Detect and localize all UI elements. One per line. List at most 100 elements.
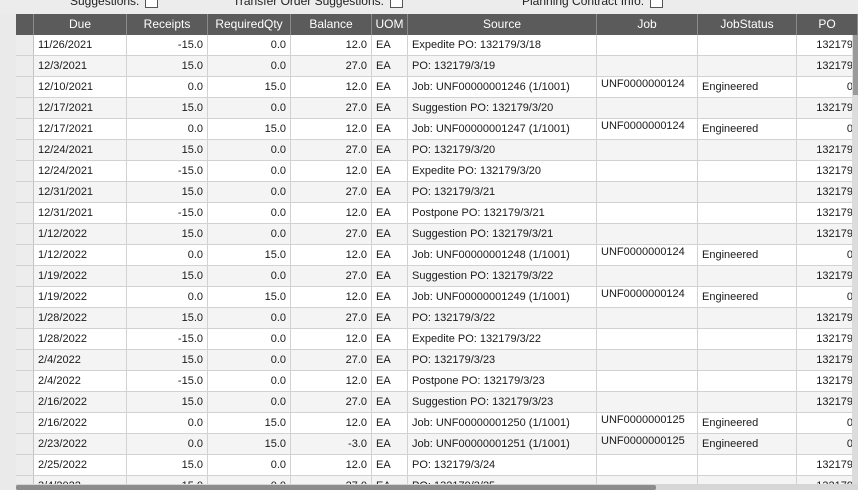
table-row[interactable]: 1/19/2022 15.0 0.0 27.0 EA Suggestion PO: 132… [16, 266, 858, 287]
cell-balance[interactable]: 12.0 [291, 245, 372, 266]
transfer-order-suggestions-option[interactable]: Transfer Order Suggestions: [233, 0, 403, 9]
cell-receipts[interactable]: 0.0 [127, 77, 208, 98]
cell-source[interactable]: PO: 132179/3/21 [408, 182, 597, 203]
cell-status[interactable] [698, 98, 797, 119]
table-row[interactable]: 2/25/2022 15.0 0.0 12.0 EA PO: 132179/3/24 132… [16, 455, 858, 476]
row-selector[interactable] [16, 350, 34, 371]
cell-source[interactable]: Postpone PO: 132179/3/23 [408, 371, 597, 392]
row-selector[interactable] [16, 413, 34, 434]
cell-balance[interactable]: 27.0 [291, 350, 372, 371]
cell-po[interactable]: 132179 [797, 266, 858, 287]
cell-required[interactable]: 15.0 [208, 287, 291, 308]
cell-status[interactable]: Engineered [698, 77, 797, 98]
column-header-receipts[interactable]: Receipts [127, 14, 208, 35]
table-row[interactable]: 12/17/2021 15.0 0.0 27.0 EA Suggestion PO: 13… [16, 98, 858, 119]
cell-po[interactable]: 132179 [797, 392, 858, 413]
cell-status[interactable] [698, 182, 797, 203]
cell-uom[interactable]: EA [372, 161, 408, 182]
horizontal-scroll-thumb[interactable] [16, 485, 656, 490]
cell-receipts[interactable]: 15.0 [127, 455, 208, 476]
cell-receipts[interactable]: 15.0 [127, 392, 208, 413]
cell-uom[interactable]: EA [372, 392, 408, 413]
cell-job[interactable]: UNF0000000124 [597, 77, 698, 98]
cell-job[interactable] [597, 203, 698, 224]
cell-status[interactable]: Engineered [698, 245, 797, 266]
cell-due[interactable]: 12/24/2021 [34, 161, 127, 182]
cell-balance[interactable]: 27.0 [291, 308, 372, 329]
cell-due[interactable]: 1/19/2022 [34, 266, 127, 287]
cell-job[interactable] [597, 161, 698, 182]
column-header-due[interactable]: Due [34, 14, 127, 35]
table-row[interactable]: 1/12/2022 15.0 0.0 27.0 EA Suggestion PO: 132… [16, 224, 858, 245]
cell-due[interactable]: 2/16/2022 [34, 413, 127, 434]
cell-required[interactable]: 0.0 [208, 98, 291, 119]
table-row[interactable]: 12/24/2021 -15.0 0.0 12.0 EA Expedite PO: 132… [16, 161, 858, 182]
row-selector[interactable] [16, 140, 34, 161]
cell-due[interactable]: 11/26/2021 [34, 35, 127, 56]
cell-receipts[interactable]: 15.0 [127, 308, 208, 329]
cell-status[interactable] [698, 203, 797, 224]
cell-uom[interactable]: EA [372, 35, 408, 56]
cell-required[interactable]: 0.0 [208, 308, 291, 329]
cell-status[interactable] [698, 35, 797, 56]
cell-source[interactable]: Job: UNF00000001251 (1/1001) [408, 434, 597, 455]
cell-po[interactable]: 132179 [797, 140, 858, 161]
table-row[interactable]: 2/4/2022 -15.0 0.0 12.0 EA Postpone PO: 13217… [16, 371, 858, 392]
cell-uom[interactable]: EA [372, 434, 408, 455]
cell-status[interactable] [698, 392, 797, 413]
row-selector[interactable] [16, 161, 34, 182]
cell-balance[interactable]: 12.0 [291, 287, 372, 308]
cell-required[interactable]: 15.0 [208, 119, 291, 140]
cell-balance[interactable]: 27.0 [291, 98, 372, 119]
cell-required[interactable]: 0.0 [208, 350, 291, 371]
suggestions-option[interactable]: Suggestions: [70, 0, 159, 9]
planning-contract-info-option[interactable]: Planning Contract Info: [522, 0, 664, 9]
table-row[interactable]: 1/28/2022 15.0 0.0 27.0 EA PO: 132179/3/22 132… [16, 308, 858, 329]
row-selector[interactable] [16, 455, 34, 476]
cell-due[interactable]: 1/28/2022 [34, 308, 127, 329]
table-row[interactable]: 11/26/2021 -15.0 0.0 12.0 EA Expedite PO: 132… [16, 35, 858, 56]
cell-required[interactable]: 0.0 [208, 140, 291, 161]
cell-po[interactable]: 0 [797, 245, 858, 266]
cell-balance[interactable]: 12.0 [291, 371, 372, 392]
vertical-scrollbar[interactable] [852, 35, 858, 484]
cell-receipts[interactable]: 0.0 [127, 287, 208, 308]
cell-required[interactable]: 15.0 [208, 77, 291, 98]
cell-receipts[interactable]: 15.0 [127, 56, 208, 77]
cell-po[interactable]: 132179 [797, 98, 858, 119]
cell-source[interactable]: Expedite PO: 132179/3/20 [408, 161, 597, 182]
column-header-uom[interactable]: UOM [372, 14, 408, 35]
cell-due[interactable]: 1/28/2022 [34, 329, 127, 350]
cell-po[interactable]: 132179 [797, 350, 858, 371]
cell-job[interactable] [597, 329, 698, 350]
cell-uom[interactable]: EA [372, 77, 408, 98]
cell-receipts[interactable]: -15.0 [127, 329, 208, 350]
table-row[interactable]: 2/16/2022 15.0 0.0 27.0 EA Suggestion PO: 132… [16, 392, 858, 413]
table-row[interactable]: 1/28/2022 -15.0 0.0 12.0 EA Expedite PO: 1321… [16, 329, 858, 350]
cell-uom[interactable]: EA [372, 350, 408, 371]
cell-uom[interactable]: EA [372, 371, 408, 392]
cell-balance[interactable]: 12.0 [291, 77, 372, 98]
cell-uom[interactable]: EA [372, 329, 408, 350]
cell-receipts[interactable]: 15.0 [127, 140, 208, 161]
cell-uom[interactable]: EA [372, 245, 408, 266]
cell-receipts[interactable]: 0.0 [127, 434, 208, 455]
cell-status[interactable] [698, 140, 797, 161]
cell-receipts[interactable]: 15.0 [127, 266, 208, 287]
row-selector[interactable] [16, 371, 34, 392]
cell-po[interactable]: 132179 [797, 371, 858, 392]
cell-receipts[interactable]: -15.0 [127, 371, 208, 392]
cell-po[interactable]: 132179 [797, 161, 858, 182]
cell-due[interactable]: 12/24/2021 [34, 140, 127, 161]
cell-po[interactable]: 0 [797, 413, 858, 434]
table-row[interactable]: 12/10/2021 0.0 15.0 12.0 EA Job: UNF000000012… [16, 77, 858, 98]
cell-receipts[interactable]: -15.0 [127, 203, 208, 224]
cell-po[interactable]: 0 [797, 119, 858, 140]
cell-job[interactable]: UNF0000000124 [597, 245, 698, 266]
cell-job[interactable] [597, 371, 698, 392]
cell-source[interactable]: Job: UNF00000001249 (1/1001) [408, 287, 597, 308]
cell-status[interactable]: Engineered [698, 119, 797, 140]
row-selector[interactable] [16, 119, 34, 140]
row-selector[interactable] [16, 308, 34, 329]
row-selector[interactable] [16, 245, 34, 266]
